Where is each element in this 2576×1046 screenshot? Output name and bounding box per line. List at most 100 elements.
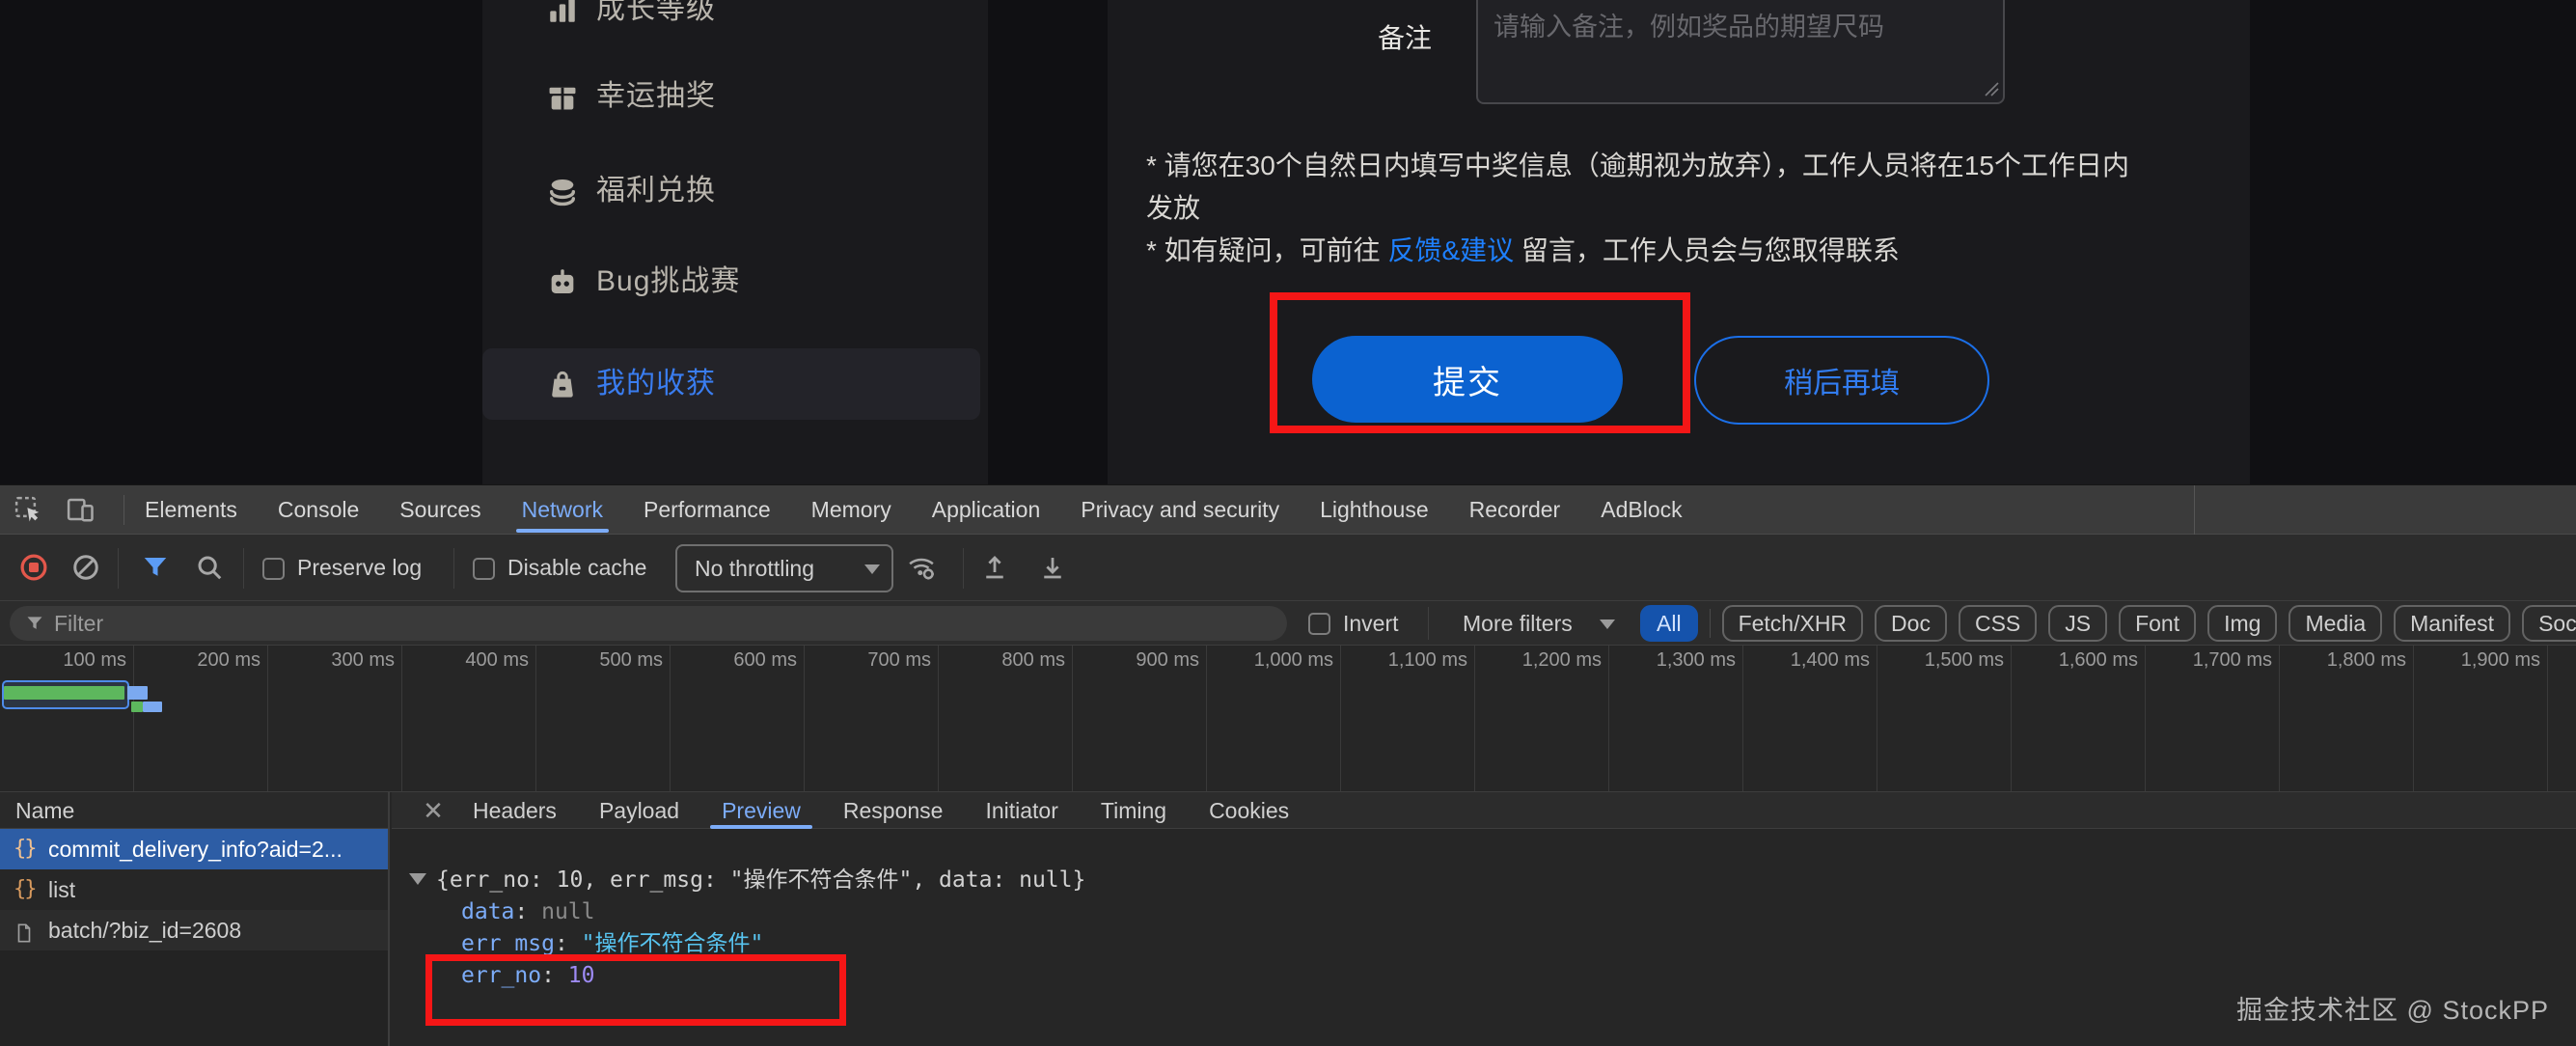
devtools-tab-sources[interactable]: Sources <box>399 485 480 534</box>
fill-later-button[interactable]: 稍后再填 <box>1694 336 1989 425</box>
record-network-log-icon[interactable] <box>19 553 48 582</box>
notice-line-3: * 如有疑问，可前往 反馈&建议 留言，工作人员会与您取得联系 <box>1146 230 2236 272</box>
screenshot-root: 成长等级幸运抽奖福利兑换Bug挑战赛我的收获 备注 * 请您在30个自然日内填写… <box>0 0 2576 1046</box>
detail-tab-response[interactable]: Response <box>843 792 944 829</box>
toolbar-divider <box>453 548 454 589</box>
waterfall-bar-blue <box>127 686 148 700</box>
type-filter-fetch-xhr[interactable]: Fetch/XHR <box>1722 605 1863 642</box>
import-har-icon[interactable] <box>980 553 1009 582</box>
toolbar-divider <box>243 548 244 589</box>
clear-network-log-icon[interactable] <box>71 553 100 582</box>
devtools-tab-console[interactable]: Console <box>278 485 359 534</box>
request-row-3[interactable]: batch/?biz_id=2608 <box>0 910 388 950</box>
devtools-tab-adblock[interactable]: AdBlock <box>1601 485 1682 534</box>
preview-property-data[interactable]: data: null <box>461 897 594 926</box>
request-name: list <box>48 869 75 910</box>
pill-divider <box>1710 609 1711 638</box>
request-row-2[interactable]: {} list <box>0 869 388 910</box>
type-filter-img[interactable]: Img <box>2207 605 2277 642</box>
shopping-bag-icon <box>546 368 579 400</box>
filter-input-wrap[interactable] <box>10 606 1287 641</box>
preview-property-err_no[interactable]: err_no: 10 <box>461 961 595 990</box>
preserve-log-label[interactable]: Preserve log <box>297 535 422 601</box>
feedback-link[interactable]: 反馈&建议 <box>1387 235 1514 265</box>
resize-handle-icon[interactable] <box>1983 80 2000 97</box>
type-filter-font[interactable]: Font <box>2119 605 2196 642</box>
filter-input[interactable] <box>54 606 1270 641</box>
sidebar-item-3[interactable]: 福利兑换 <box>482 155 980 227</box>
preview-summary-text: {err_no: 10, err_msg: "操作不符合条件", data: n… <box>436 867 1085 893</box>
json-braces-icon: {} <box>14 829 36 869</box>
network-conditions-icon[interactable] <box>907 553 936 582</box>
devtools-tab-memory[interactable]: Memory <box>811 485 891 534</box>
detail-tab-cookies[interactable]: Cookies <box>1209 792 1289 829</box>
network-filter-bar: Invert More filters All Fetch/XHR Doc CSS JS… <box>0 601 2576 646</box>
preview-summary-row[interactable]: {err_no: 10, err_msg: "操作不符合条件", data: n… <box>409 866 1085 895</box>
preserve-log-checkbox[interactable] <box>262 558 285 580</box>
sidebar-item-4[interactable]: Bug挑战赛 <box>482 246 980 317</box>
timeline-tick-label: 200 ms <box>116 649 260 672</box>
property-name: err_no <box>461 963 541 988</box>
timeline-tick-label: 700 ms <box>786 649 931 672</box>
note-textarea[interactable] <box>1476 0 2005 104</box>
sidebar-item-5[interactable]: 我的收获 <box>482 348 980 420</box>
expand-triangle-icon[interactable] <box>409 873 426 885</box>
json-braces-icon: {} <box>14 869 36 910</box>
devtools-tab-lighthouse[interactable]: Lighthouse <box>1320 485 1429 534</box>
sidebar-item-label: 幸运抽奖 <box>596 61 716 132</box>
notice-line-1: * 请您在30个自然日内填写中奖信息（逾期视为放弃），工作人员将在15个工作日内 <box>1146 145 2236 187</box>
devtools-tab-application[interactable]: Application <box>932 485 1041 534</box>
device-toolbar-icon[interactable] <box>66 495 95 524</box>
disable-cache-checkbox[interactable] <box>473 558 495 580</box>
type-filter-js[interactable]: JS <box>2048 605 2107 642</box>
type-filter-media[interactable]: Media <box>2288 605 2382 642</box>
waterfall-bar-green <box>4 686 124 700</box>
throttling-select[interactable]: No throttling <box>675 544 893 592</box>
devtools-tab-recorder[interactable]: Recorder <box>1469 485 1561 534</box>
submit-button[interactable]: 提交 <box>1312 336 1623 423</box>
type-filter-doc[interactable]: Doc <box>1875 605 1947 642</box>
request-row-1[interactable]: {}commit_delivery_info?aid=2... <box>0 829 388 869</box>
detail-tab-payload[interactable]: Payload <box>599 792 679 829</box>
name-column-header[interactable]: Name <box>0 792 388 829</box>
timeline-tick-label: 100 ms <box>0 649 126 672</box>
timeline-tick-label: 1,400 ms <box>1725 649 1870 672</box>
disable-cache-label[interactable]: Disable cache <box>507 535 646 601</box>
export-har-icon[interactable] <box>1038 553 1067 582</box>
detail-tab-preview[interactable]: Preview <box>722 792 801 829</box>
timeline-tick-label: 900 ms <box>1055 649 1199 672</box>
devtools-tab-privacy-and-security[interactable]: Privacy and security <box>1081 485 1279 534</box>
network-overview: 100 ms200 ms300 ms400 ms500 ms600 ms700 … <box>0 646 2576 792</box>
timeline-tick-label: 400 ms <box>384 649 529 672</box>
sidebar-item-label: 福利兑换 <box>596 155 716 227</box>
detail-tab-timing[interactable]: Timing <box>1101 792 1166 829</box>
timeline-tick-label: 1,900 ms <box>2396 649 2540 672</box>
invert-label[interactable]: Invert <box>1343 601 1399 646</box>
inspect-element-icon[interactable] <box>14 495 42 524</box>
detail-tab-headers[interactable]: Headers <box>473 792 557 829</box>
invert-checkbox[interactable] <box>1308 613 1330 635</box>
devtools-tab-network[interactable]: Network <box>522 485 603 534</box>
timeline-tick-label: 500 ms <box>518 649 663 672</box>
detail-tab-initiator[interactable]: Initiator <box>985 792 1057 829</box>
property-colon: : <box>541 963 568 988</box>
bug-bot-icon <box>546 265 579 298</box>
more-filters-button[interactable]: More filters <box>1463 601 1573 646</box>
request-list-panel: Name {}commit_delivery_info?aid=2...{} li… <box>0 792 390 1046</box>
devtools-tab-performance[interactable]: Performance <box>644 485 771 534</box>
type-filter-manifest[interactable]: Manifest <box>2394 605 2510 642</box>
type-filter-socket[interactable]: Socket <box>2522 605 2576 642</box>
type-filter-css[interactable]: CSS <box>1959 605 2037 642</box>
tabbar-right-divider <box>2194 485 2195 535</box>
sidebar-item-2[interactable]: 幸运抽奖 <box>482 61 980 132</box>
devtools-tab-elements[interactable]: Elements <box>145 485 237 534</box>
close-icon[interactable]: ✕ <box>419 792 448 829</box>
detail-tabstrip: ✕ Headers Payload Preview Response Initiator… <box>392 792 2576 829</box>
filter-icon[interactable] <box>141 553 170 582</box>
sidebar-item-1[interactable]: 成长等级 <box>482 0 980 45</box>
preview-property-err_msg[interactable]: err_msg: "操作不符合条件" <box>461 929 763 958</box>
request-name: batch/?biz_id=2608 <box>48 910 241 950</box>
notice-line-2: 发放 <box>1146 187 2236 230</box>
type-filter-all[interactable]: All <box>1640 605 1698 642</box>
search-icon[interactable] <box>195 553 224 582</box>
